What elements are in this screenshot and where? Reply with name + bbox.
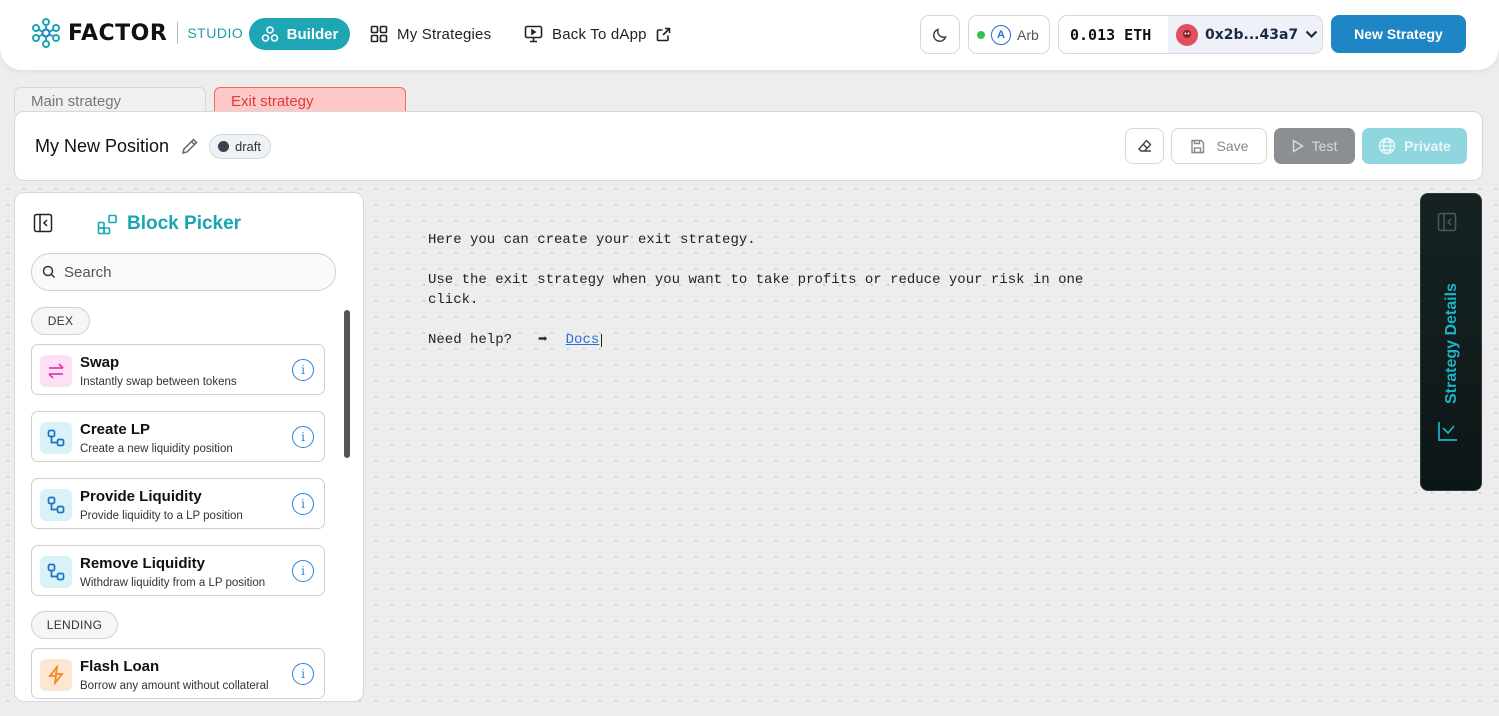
block-picker-title: Block Picker <box>97 213 241 235</box>
logo-studio-label: STUDIO <box>187 25 244 41</box>
block-provide-liquidity[interactable]: Provide Liquidity Provide liquidity to a… <box>31 478 325 529</box>
search-icon <box>42 265 56 279</box>
nav-builder-label: Builder <box>286 25 339 43</box>
blocks-icon <box>97 214 117 234</box>
docs-link[interactable]: Docs <box>566 330 600 350</box>
theme-toggle-button[interactable] <box>920 15 960 54</box>
private-label: Private <box>1404 138 1451 154</box>
chain-status-dot <box>977 30 985 39</box>
arrow-right-icon: ➡ <box>538 331 548 349</box>
factor-logo[interactable]: FACTOR STUDIO <box>30 17 243 49</box>
block-flash-loan[interactable]: Flash Loan Borrow any amount without col… <box>31 648 325 699</box>
chain-name: Arb <box>1017 26 1039 43</box>
picker-scrollbar[interactable] <box>344 310 350 458</box>
status-label: draft <box>235 139 262 154</box>
info-icon[interactable]: i <box>292 493 314 515</box>
status-dot <box>218 141 229 152</box>
section-tag-lending: LENDING <box>31 611 118 639</box>
eraser-icon <box>1137 139 1151 152</box>
block-description: Instantly swap between tokens <box>80 376 237 388</box>
chevron-down-icon <box>1305 30 1318 39</box>
wallet-address: 0x2b...43a7 <box>1205 26 1299 43</box>
grid-icon <box>370 25 388 43</box>
factor-logo-icon <box>32 18 60 48</box>
wallet-address-chip[interactable]: 0x2b...43a7 <box>1168 16 1322 53</box>
tab-main-strategy[interactable]: Main strategy <box>14 87 206 113</box>
top-navigation: FACTOR STUDIO Builder My Strategies Back… <box>0 0 1499 70</box>
block-name: Swap <box>80 354 120 371</box>
monitor-icon <box>524 25 543 43</box>
liquidity-icon <box>40 422 72 454</box>
wallet-button[interactable]: 0.013 ETH 0x2b...43a7 <box>1058 15 1323 54</box>
block-description: Create a new liquidity position <box>80 443 233 455</box>
swap-icon <box>40 355 72 387</box>
test-button[interactable]: Test <box>1274 128 1355 164</box>
clear-button[interactable] <box>1125 128 1164 164</box>
exit-strategy-help: Here you can create your exit strategy. … <box>428 230 1088 350</box>
collapse-panel-icon[interactable] <box>33 213 53 233</box>
pencil-icon[interactable] <box>180 136 200 156</box>
info-icon[interactable]: i <box>292 560 314 582</box>
strategy-details-panel[interactable]: Strategy Details <box>1420 193 1482 491</box>
arbitrum-icon: A <box>991 24 1011 45</box>
test-label: Test <box>1311 138 1338 154</box>
info-icon[interactable]: i <box>292 426 314 448</box>
block-create-lp[interactable]: Create LP Create a new liquidity positio… <box>31 411 325 462</box>
nav-my-strategies-label: My Strategies <box>397 25 492 43</box>
help-docs-line: Need help? ➡ Docs <box>428 330 1088 350</box>
info-icon[interactable]: i <box>292 663 314 685</box>
nav-back-to-dapp[interactable]: Back To dApp <box>524 18 671 50</box>
nav-builder-button[interactable]: Builder <box>249 18 350 50</box>
block-remove-liquidity[interactable]: Remove Liquidity Withdraw liquidity from… <box>31 545 325 596</box>
floppy-icon <box>1190 139 1204 153</box>
block-picker-panel: Block Picker DEX Swap Instantly swap bet… <box>14 192 364 702</box>
expand-panel-icon[interactable] <box>1437 212 1457 232</box>
help-intro: Here you can create your exit strategy. <box>428 232 756 248</box>
external-link-icon <box>656 27 670 41</box>
section-tag-dex: DEX <box>31 307 90 335</box>
builder-icon <box>261 26 278 42</box>
logo-text: FACTOR <box>68 20 168 46</box>
liquidity-icon <box>40 489 72 521</box>
save-button[interactable]: Save <box>1171 128 1267 164</box>
block-picker-label: Block Picker <box>127 213 242 234</box>
avatar <box>1176 23 1198 46</box>
new-strategy-button[interactable]: New Strategy <box>1331 15 1466 53</box>
block-description: Withdraw liquidity from a LP position <box>80 577 266 589</box>
save-label: Save <box>1216 138 1249 154</box>
position-header: My New Position draft Save Test Private <box>14 111 1483 181</box>
play-icon <box>1292 139 1304 153</box>
search-input[interactable] <box>64 263 314 281</box>
nav-my-strategies[interactable]: My Strategies <box>370 18 491 50</box>
globe-icon <box>1378 137 1396 155</box>
need-help-label: Need help? <box>428 332 513 348</box>
tab-exit-strategy[interactable]: Exit strategy <box>214 87 406 113</box>
strategy-details-label: Strategy Details <box>1443 283 1460 405</box>
search-field[interactable] <box>31 253 336 291</box>
block-description: Provide liquidity to a LP position <box>80 510 243 522</box>
text-cursor <box>601 333 603 347</box>
liquidity-icon <box>40 556 72 588</box>
chart-icon <box>1438 422 1457 441</box>
block-name: Provide Liquidity <box>80 488 202 505</box>
lightning-icon <box>40 659 72 691</box>
logo-divider <box>177 22 179 44</box>
status-badge: draft <box>209 134 272 159</box>
private-button[interactable]: Private <box>1362 128 1467 164</box>
moon-icon <box>933 27 947 42</box>
block-swap[interactable]: Swap Instantly swap between tokens i <box>31 344 325 395</box>
block-description: Borrow any amount without collateral <box>80 680 269 692</box>
chain-selector[interactable]: A Arb <box>968 15 1050 54</box>
wallet-balance: 0.013 ETH <box>1070 25 1152 44</box>
block-name: Create LP <box>80 421 151 438</box>
block-name: Remove Liquidity <box>80 555 206 572</box>
help-description: Use the exit strategy when you want to t… <box>428 272 1084 308</box>
position-title[interactable]: My New Position <box>35 136 169 157</box>
block-name: Flash Loan <box>80 658 160 675</box>
info-icon[interactable]: i <box>292 359 314 381</box>
nav-back-label: Back To dApp <box>552 25 647 43</box>
